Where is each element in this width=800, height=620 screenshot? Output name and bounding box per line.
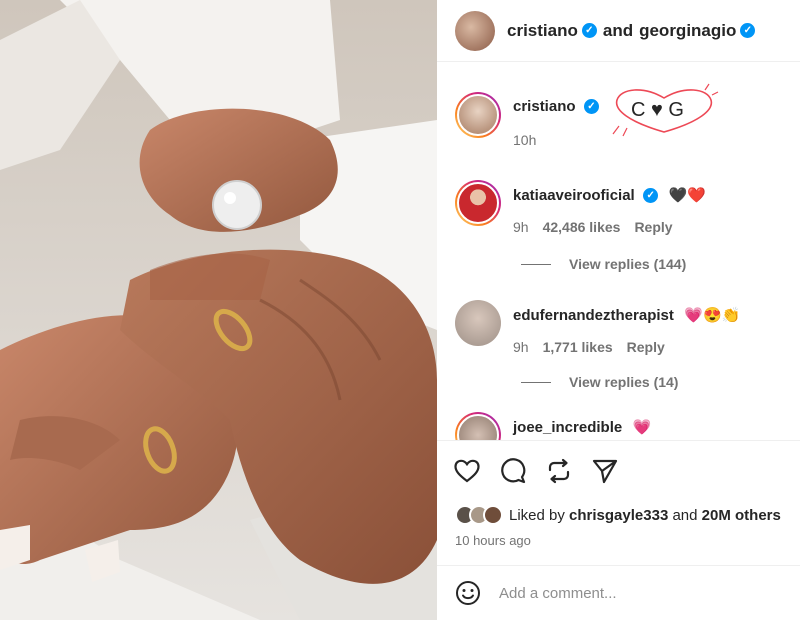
comments-list[interactable]: cristiano ✓ C ♥ G 10h katiaaveirooficial <box>437 62 800 440</box>
comment-meta: 9h 1,771 likes Reply <box>513 339 793 355</box>
like-button[interactable] <box>453 457 481 485</box>
comment-likes[interactable]: 1,771 likes <box>543 339 613 355</box>
caption-art-text: C ♥ G <box>631 99 684 121</box>
author-joiner: and <box>602 20 634 40</box>
liker-avatar <box>483 505 503 525</box>
likes-others[interactable]: 20M others <box>702 507 781 524</box>
commenter-avatar[interactable] <box>455 180 501 226</box>
comment-item: joee_incredible 💗 <box>455 412 795 440</box>
liker-avatars <box>455 505 503 525</box>
comment-meta: 9h 42,486 likes Reply <box>513 219 793 235</box>
comment-time: 9h <box>513 219 529 235</box>
post-header: cristiano ✓ and georginagio ✓ <box>437 0 800 62</box>
heart-doodle-art: C ♥ G <box>612 83 719 137</box>
heart-icon <box>454 459 480 483</box>
comment-input[interactable] <box>499 584 759 602</box>
commenter-avatar[interactable] <box>455 92 501 138</box>
verified-badge-icon: ✓ <box>643 188 659 204</box>
add-comment-bar <box>437 565 800 620</box>
comment-body: katiaaveirooficial ✓ 🖤❤️ 9h 42,486 likes… <box>513 186 793 235</box>
post-actions: Liked by chrisgayle333 and 20M others 10… <box>437 440 800 565</box>
verified-badge-icon: ✓ <box>581 23 597 38</box>
repost-button[interactable] <box>545 457 573 485</box>
action-icons <box>453 457 619 485</box>
reply-button[interactable]: Reply <box>634 219 672 235</box>
commenter-avatar[interactable] <box>455 300 501 346</box>
reply-button[interactable]: Reply <box>627 339 665 355</box>
post-timestamp[interactable]: 10 hours ago <box>455 533 531 548</box>
comment-item: katiaaveirooficial ✓ 🖤❤️ 9h 42,486 likes… <box>455 180 795 240</box>
post-photo[interactable] <box>0 0 437 620</box>
comment-username[interactable]: edufernandeztherapist <box>513 307 674 324</box>
paper-plane-icon <box>592 459 618 484</box>
comment-body: edufernandeztherapist 💗😍👏 9h 1,771 likes… <box>513 306 793 355</box>
post-side-panel: cristiano ✓ and georginagio ✓ cristiano … <box>437 0 800 620</box>
comment-item: edufernandeztherapist 💗😍👏 9h 1,771 likes… <box>455 300 795 360</box>
comment-text: 🖤❤️ <box>668 187 706 204</box>
comment-username[interactable]: cristiano <box>513 98 576 115</box>
comment-username[interactable]: joee_incredible <box>513 419 622 436</box>
comment-text: 💗😍👏 <box>684 307 741 324</box>
author-username[interactable]: cristiano <box>507 21 578 41</box>
verified-badge-icon: ✓ <box>583 99 599 115</box>
comment-bubble-icon <box>501 458 526 484</box>
caption: cristiano ✓ C ♥ G 10h <box>455 83 795 162</box>
comment-time: 9h <box>513 339 529 355</box>
likes-joiner: and <box>672 506 698 524</box>
verified-badge-icon: ✓ <box>740 23 756 38</box>
commenter-avatar[interactable] <box>455 412 501 440</box>
wedding-hands-image <box>0 0 437 620</box>
view-replies-button[interactable]: View replies (14) <box>521 374 678 390</box>
comment-text: 💗 <box>632 419 652 436</box>
liker-username[interactable]: chrisgayle333 <box>569 507 668 524</box>
comment-username[interactable]: katiaaveirooficial <box>513 187 635 204</box>
post-authors: cristiano ✓ and georginagio ✓ <box>507 20 756 41</box>
author-avatar[interactable] <box>455 10 495 51</box>
share-button[interactable] <box>591 457 619 485</box>
comment-time: 10h <box>513 132 537 148</box>
likes-prefix: Liked by <box>509 506 565 524</box>
comment-likes[interactable]: 42,486 likes <box>543 219 621 235</box>
likes-summary[interactable]: Liked by chrisgayle333 and 20M others <box>455 505 781 525</box>
repost-icon <box>548 458 570 484</box>
coauthor-username[interactable]: georginagio <box>639 21 736 41</box>
caption-body: cristiano ✓ C ♥ G 10h <box>513 83 793 148</box>
view-replies-button[interactable]: View replies (144) <box>521 256 686 272</box>
comment-button[interactable] <box>499 457 527 485</box>
emoji-smiley-icon[interactable] <box>455 580 481 606</box>
comment-body: joee_incredible 💗 <box>513 418 793 437</box>
